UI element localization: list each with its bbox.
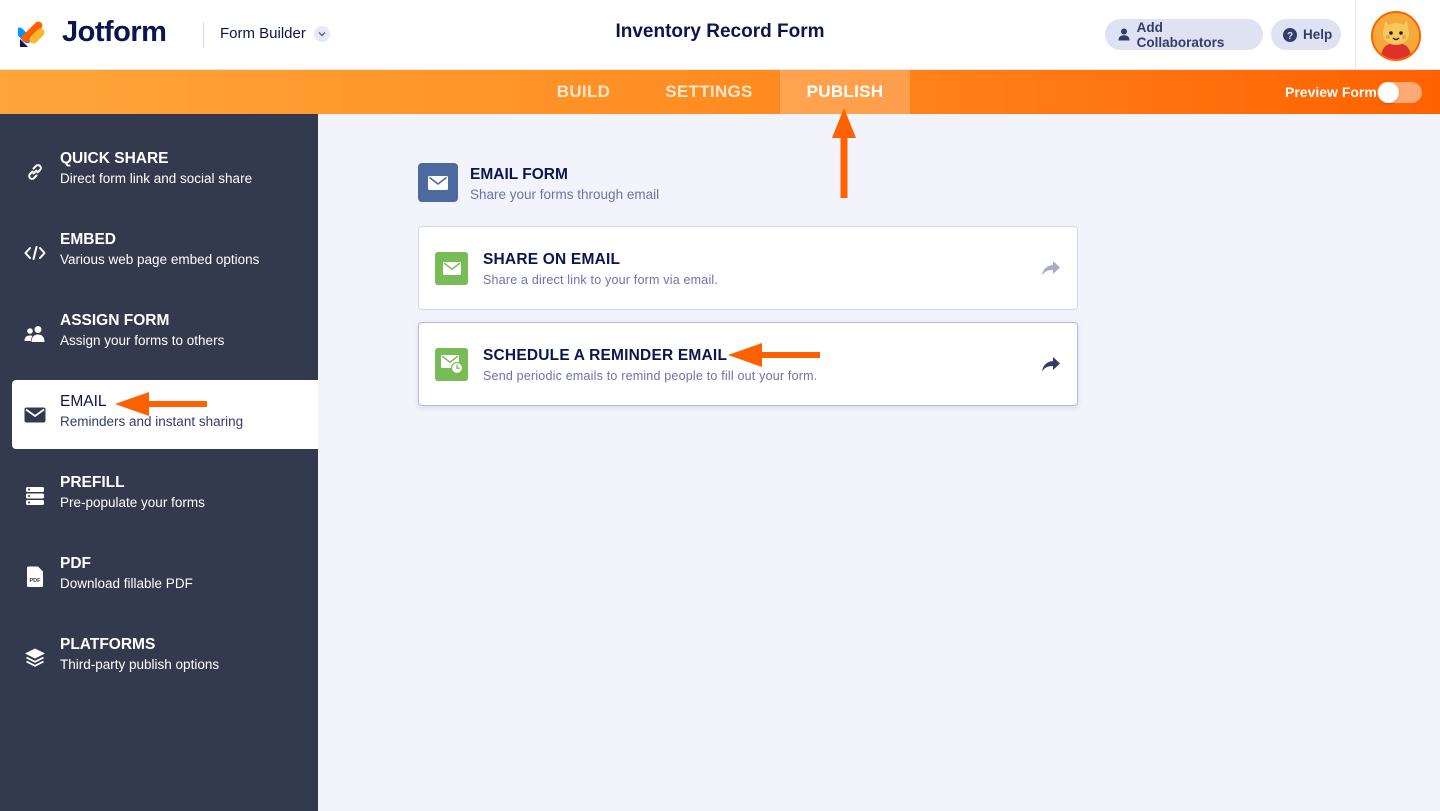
builder-nav-bar: BUILD SETTINGS PUBLISH Preview Form (0, 70, 1440, 114)
form-builder-label: Form Builder (220, 25, 306, 42)
layers-icon (24, 647, 46, 669)
sidebar-item-assign-form[interactable]: ASSIGN FORM Assign your forms to others (12, 299, 318, 368)
tab-publish[interactable]: PUBLISH (780, 70, 910, 114)
svg-text:?: ? (1287, 31, 1293, 42)
sidebar-item-subtitle: Download fillable PDF (60, 576, 193, 591)
card-title: SHARE ON EMAIL (483, 251, 621, 268)
sidebar-item-title: PDF (60, 555, 91, 572)
form-title[interactable]: Inventory Record Form (615, 21, 824, 42)
sidebar-item-subtitle: Reminders and instant sharing (60, 414, 244, 429)
brand-name: Jotform (62, 16, 167, 48)
toggle-knob (1378, 82, 1399, 103)
tab-settings-label: SETTINGS (665, 82, 753, 101)
tab-build[interactable]: BUILD (536, 70, 631, 114)
question-circle-icon: ? (1283, 27, 1297, 42)
tab-publish-label: PUBLISH (806, 82, 884, 101)
sidebar-item-subtitle: Third-party publish options (60, 657, 220, 672)
sidebar-item-subtitle: Assign your forms to others (60, 333, 225, 348)
sidebar-item-subtitle: Pre-populate your forms (60, 495, 205, 510)
jotform-logo[interactable]: Jotform (18, 16, 167, 49)
preview-form-toggle[interactable] (1377, 82, 1422, 103)
help-button[interactable]: ? Help (1271, 19, 1341, 50)
sidebar-item-embed[interactable]: EMBED Various web page embed options (12, 218, 318, 287)
sidebar-item-title: EMAIL (60, 393, 107, 410)
section-subtitle: Share your forms through email (470, 187, 660, 202)
sidebar-item-platforms[interactable]: PLATFORMS Third-party publish options (12, 623, 318, 692)
database-icon (24, 485, 46, 507)
sidebar-item-title: QUICK SHARE (60, 150, 169, 167)
sidebar-item-title: PREFILL (60, 474, 125, 491)
sidebar-item-prefill[interactable]: PREFILL Pre-populate your forms (12, 461, 318, 530)
card-subtitle: Share a direct link to your form via ema… (483, 273, 719, 287)
card-subtitle: Send periodic emails to remind people to… (483, 369, 818, 383)
share-arrow-icon (1042, 261, 1060, 276)
pdf-icon: PDF (24, 566, 46, 588)
tab-build-label: BUILD (556, 82, 611, 101)
sidebar-item-title: EMBED (60, 231, 116, 248)
sidebar-item-quick-share[interactable]: QUICK SHARE Direct form link and social … (12, 137, 318, 206)
add-collaborators-button[interactable]: Add Collaborators (1105, 19, 1263, 50)
tab-settings[interactable]: SETTINGS (645, 70, 773, 114)
share-arrow-icon (1042, 357, 1060, 372)
sidebar-item-title: PLATFORMS (60, 636, 156, 653)
section-title: EMAIL FORM (470, 166, 568, 183)
sidebar-item-title: ASSIGN FORM (60, 312, 170, 329)
share-on-email-card[interactable]: SHARE ON EMAIL Share a direct link to yo… (418, 226, 1078, 310)
sidebar-item-subtitle: Various web page embed options (60, 252, 260, 267)
code-icon (24, 242, 46, 264)
annotation-arrow-up (832, 108, 856, 198)
cat-avatar-icon (1373, 13, 1419, 59)
preview-form-label: Preview Form (1285, 84, 1377, 100)
jotform-logo-icon (18, 21, 45, 47)
user-avatar[interactable] (1371, 11, 1421, 61)
avatar-divider (1355, 0, 1356, 70)
sidebar-item-subtitle: Direct form link and social share (60, 171, 253, 186)
sidebar-item-email[interactable]: EMAIL Reminders and instant sharing (12, 380, 318, 449)
link-icon (24, 161, 46, 183)
form-builder-switcher[interactable]: Form Builder (220, 25, 330, 42)
svg-text:PDF: PDF (30, 578, 42, 584)
sidebar-item-pdf[interactable]: PDF PDF Download fillable PDF (12, 542, 318, 611)
publish-sidebar: QUICK SHARE Direct form link and social … (0, 114, 318, 811)
user-icon (1117, 28, 1131, 42)
envelope-icon (435, 252, 468, 285)
help-label: Help (1303, 27, 1333, 42)
chevron-down-icon (313, 25, 330, 42)
card-title: SCHEDULE A REMINDER EMAIL (483, 347, 728, 364)
envelope-icon (418, 163, 458, 202)
envelope-icon (24, 404, 46, 426)
header-divider (203, 22, 204, 48)
schedule-reminder-email-card[interactable]: SCHEDULE A REMINDER EMAIL Send periodic … (418, 322, 1078, 406)
envelope-clock-icon (435, 348, 468, 381)
users-icon (24, 323, 46, 345)
add-collaborators-label: Add Collaborators (1136, 19, 1225, 50)
top-header: Jotform Form Builder Inventory Record Fo… (0, 0, 1440, 70)
